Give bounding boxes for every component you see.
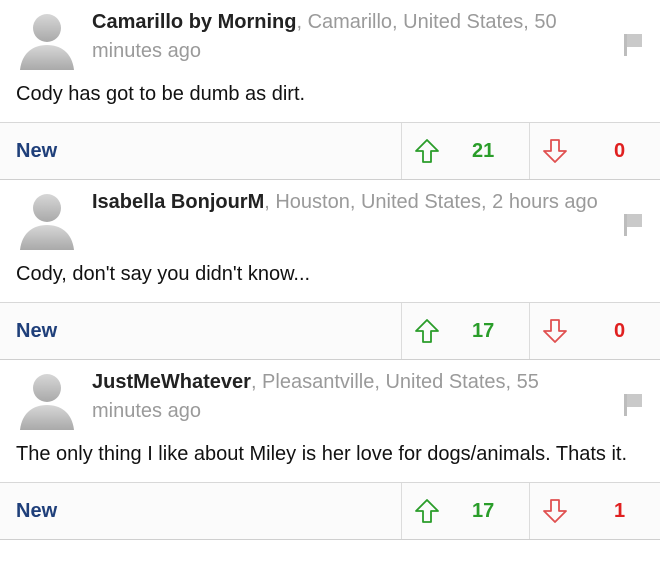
avatar-icon[interactable] <box>16 188 78 250</box>
flag-icon[interactable] <box>624 394 642 416</box>
downvote-button[interactable]: 1 <box>530 483 660 539</box>
author-name[interactable]: Camarillo by Morning <box>92 11 296 33</box>
downvote-button[interactable]: 0 <box>530 123 660 179</box>
flag-icon[interactable] <box>624 34 642 56</box>
downvote-count: 0 <box>614 319 626 342</box>
flag-icon[interactable] <box>624 214 642 236</box>
arrow-up-icon <box>415 319 439 343</box>
new-reply-link[interactable]: New <box>0 123 402 179</box>
new-reply-link[interactable]: New <box>0 483 402 539</box>
upvote-button[interactable]: 17 <box>402 483 530 539</box>
arrow-down-icon <box>543 319 567 343</box>
author-name[interactable]: Isabella BonjourM <box>92 191 264 213</box>
comment-feed: Camarillo by Morning, Camarillo, United … <box>0 0 660 540</box>
downvote-count: 0 <box>614 139 626 162</box>
comment-action-bar: New 21 0 <box>0 122 660 180</box>
comment-meta: Camarillo by Morning, Camarillo, United … <box>92 8 600 66</box>
comment-meta: Isabella BonjourM, Houston, United State… <box>92 188 600 217</box>
comment-text: Cody, don't say you didn't know... <box>16 263 311 285</box>
new-reply-link[interactable]: New <box>0 303 402 359</box>
comment-item: Isabella BonjourM, Houston, United State… <box>0 180 660 360</box>
comment-item: Camarillo by Morning, Camarillo, United … <box>0 0 660 180</box>
arrow-up-icon <box>415 139 439 163</box>
arrow-down-icon <box>543 499 567 523</box>
comment-action-bar: New 17 1 <box>0 482 660 540</box>
author-name[interactable]: JustMeWhatever <box>92 371 251 393</box>
upvote-button[interactable]: 21 <box>402 123 530 179</box>
arrow-up-icon <box>415 499 439 523</box>
comment-action-bar: New 17 0 <box>0 302 660 360</box>
comment-header: Camarillo by Morning, Camarillo, United … <box>0 0 660 70</box>
comment-item: JustMeWhatever, Pleasantville, United St… <box>0 360 660 540</box>
downvote-count: 1 <box>614 499 626 522</box>
upvote-count: 17 <box>472 319 495 342</box>
downvote-button[interactable]: 0 <box>530 303 660 359</box>
arrow-down-icon <box>543 139 567 163</box>
comment-text: Cody has got to be dumb as dirt. <box>16 83 306 105</box>
comment-meta: JustMeWhatever, Pleasantville, United St… <box>92 368 600 426</box>
upvote-count: 21 <box>472 139 495 162</box>
avatar-icon[interactable] <box>16 368 78 430</box>
comment-header: Isabella BonjourM, Houston, United State… <box>0 180 660 250</box>
upvote-count: 17 <box>472 499 495 522</box>
location-time: , Houston, United States, 2 hours ago <box>264 191 598 213</box>
upvote-button[interactable]: 17 <box>402 303 530 359</box>
comment-header: JustMeWhatever, Pleasantville, United St… <box>0 360 660 430</box>
comment-text: The only thing I like about Miley is her… <box>16 443 628 465</box>
avatar-icon[interactable] <box>16 8 78 70</box>
